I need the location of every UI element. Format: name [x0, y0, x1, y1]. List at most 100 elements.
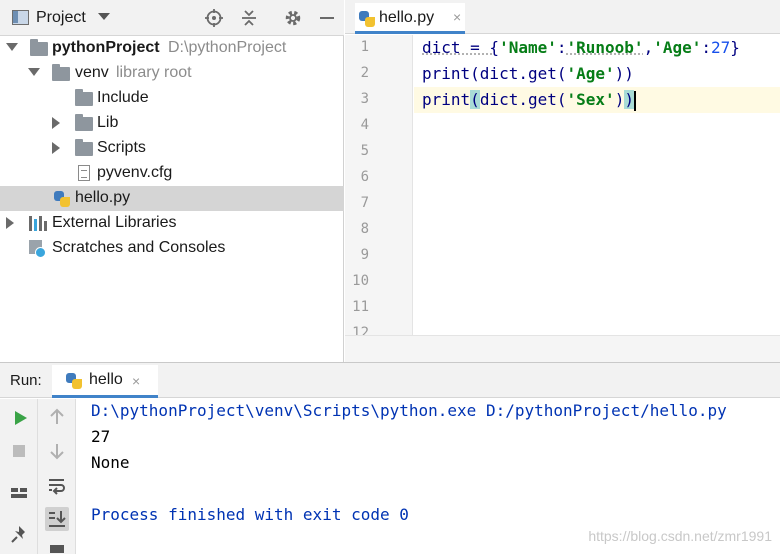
tree-item-label: Include: [97, 89, 149, 106]
code-token: 'Sex': [566, 90, 615, 109]
line-number: 8: [360, 221, 369, 237]
editor-tab-bar: hello.py ×: [345, 0, 780, 34]
scroll-to-end-icon: [49, 511, 66, 527]
scroll-to-end-button[interactable]: [45, 507, 69, 531]
python-file-icon: [54, 191, 70, 207]
line-number: 9: [360, 247, 369, 263]
gear-icon[interactable]: [283, 8, 303, 28]
minimize-icon[interactable]: [317, 8, 337, 28]
tree-item-external-libraries[interactable]: External Libraries: [0, 211, 344, 236]
tree-item-label: Scratches and Consoles: [52, 239, 226, 256]
python-icon: [66, 373, 82, 389]
console-command-line: D:\pythonProject\venv\Scripts\python.exe…: [91, 401, 727, 420]
tab-hello-py[interactable]: hello.py ×: [355, 3, 465, 34]
print-icon: [50, 545, 64, 553]
print-button[interactable]: [45, 541, 69, 554]
bracket-match: ): [624, 90, 634, 109]
code-token: ): [614, 90, 625, 109]
code-token: }: [730, 38, 740, 57]
pin-button[interactable]: [7, 523, 31, 547]
stop-icon: [13, 445, 25, 457]
code-token: print: [422, 90, 471, 109]
python-file-icon: [359, 11, 375, 27]
expand-arrow-icon[interactable]: [52, 117, 60, 129]
line-number: 6: [360, 169, 369, 185]
code-line[interactable]: dict = {'Name':'Runoob','Age':27}: [414, 35, 780, 61]
arrow-down-icon: [50, 444, 64, 460]
arrow-up-icon: [50, 408, 64, 424]
run-title: Run:: [10, 372, 42, 389]
folder-icon: [30, 39, 48, 56]
tree-item-venv[interactable]: venv library root: [0, 61, 344, 86]
run-toolbar-right: [38, 399, 76, 554]
project-view-icon: [12, 10, 29, 25]
line-number: 1: [360, 39, 369, 55]
config-file-icon: [78, 165, 90, 181]
collapse-all-icon[interactable]: [239, 8, 259, 28]
wrap-icon: [49, 479, 65, 495]
folder-icon: [75, 114, 93, 131]
scroll-up-button[interactable]: [45, 405, 69, 429]
tab-label: hello.py: [379, 9, 435, 26]
watermark: https://blog.csdn.net/zmr1991: [588, 528, 772, 544]
tree-item-scripts[interactable]: Scripts: [0, 136, 344, 161]
code-token: dict.get(: [479, 90, 567, 109]
tab-label: hello: [89, 371, 123, 388]
tree-item-label: Scripts: [97, 139, 146, 156]
tree-item-label: External Libraries: [52, 214, 177, 231]
line-number: 11: [352, 299, 369, 315]
tree-item-pythonproject[interactable]: pythonProject D:\pythonProject: [0, 36, 344, 61]
close-icon[interactable]: ×: [132, 373, 140, 389]
expand-arrow-icon[interactable]: [6, 217, 14, 229]
project-view-title[interactable]: Project: [36, 9, 86, 27]
folder-icon: [75, 89, 93, 106]
expand-arrow-icon[interactable]: [6, 43, 18, 51]
scroll-down-button[interactable]: [45, 439, 69, 463]
tree-item-label: Lib: [97, 114, 119, 131]
tree-item-label: pythonProject: [52, 39, 160, 56]
tree-item-label: pyvenv.cfg: [97, 164, 173, 181]
close-icon[interactable]: ×: [453, 9, 461, 25]
expand-arrow-icon[interactable]: [28, 68, 40, 76]
library-icon: [29, 216, 47, 231]
code-token: dict = {: [422, 38, 500, 57]
code-token: ,: [643, 38, 654, 57]
line-number: 5: [360, 143, 369, 159]
tree-item-scratches[interactable]: Scratches and Consoles: [0, 236, 344, 261]
line-number-gutter: 1 2 3 4 5 6 7 8 9 10 11 12: [345, 35, 413, 335]
code-token: 'Age': [653, 38, 702, 57]
line-number: 7: [360, 195, 369, 211]
code-token: 'Runoob': [566, 38, 644, 57]
tree-item-include[interactable]: Include: [0, 86, 344, 111]
console-output-line: None: [91, 453, 130, 472]
code-line-current[interactable]: print(dict.get('Sex')): [414, 87, 780, 113]
bracket-match: (: [470, 90, 480, 109]
project-header: Project: [0, 0, 344, 36]
editor: hello.py × 1 2 3 4 5 6 7 8 9 10 11 12 di…: [345, 0, 780, 362]
tree-item-hello-py[interactable]: hello.py: [0, 186, 344, 211]
code-area[interactable]: dict = {'Name':'Runoob','Age':27} print(…: [414, 35, 780, 335]
soft-wrap-button[interactable]: [45, 473, 69, 497]
tree-item-lib[interactable]: Lib: [0, 111, 344, 136]
expand-arrow-icon[interactable]: [52, 142, 60, 154]
stop-button[interactable]: [7, 439, 31, 463]
rerun-button[interactable]: [7, 405, 31, 429]
folder-icon: [75, 139, 93, 156]
code-token: print(dict.get(: [422, 64, 567, 83]
code-token: 'Name': [499, 38, 557, 57]
editor-scroll-area[interactable]: [345, 335, 780, 362]
line-number: 2: [360, 65, 369, 81]
locate-icon[interactable]: [204, 8, 224, 28]
code-line[interactable]: print(dict.get('Age')): [414, 61, 780, 87]
code-token: :: [701, 38, 712, 57]
chevron-down-icon[interactable]: [98, 13, 110, 20]
tab-run-hello[interactable]: hello ×: [52, 365, 158, 398]
code-token: )): [614, 64, 634, 83]
tree-item-pyvenv-cfg[interactable]: pyvenv.cfg: [0, 161, 344, 186]
code-token: :: [556, 38, 567, 57]
folder-icon: [52, 64, 70, 81]
layout-button[interactable]: [7, 481, 31, 505]
code-token: 'Age': [566, 64, 615, 83]
tree-item-label: venv: [75, 64, 109, 81]
project-tool-window: Project pythonProject D:\pythonProject v…: [0, 0, 344, 362]
